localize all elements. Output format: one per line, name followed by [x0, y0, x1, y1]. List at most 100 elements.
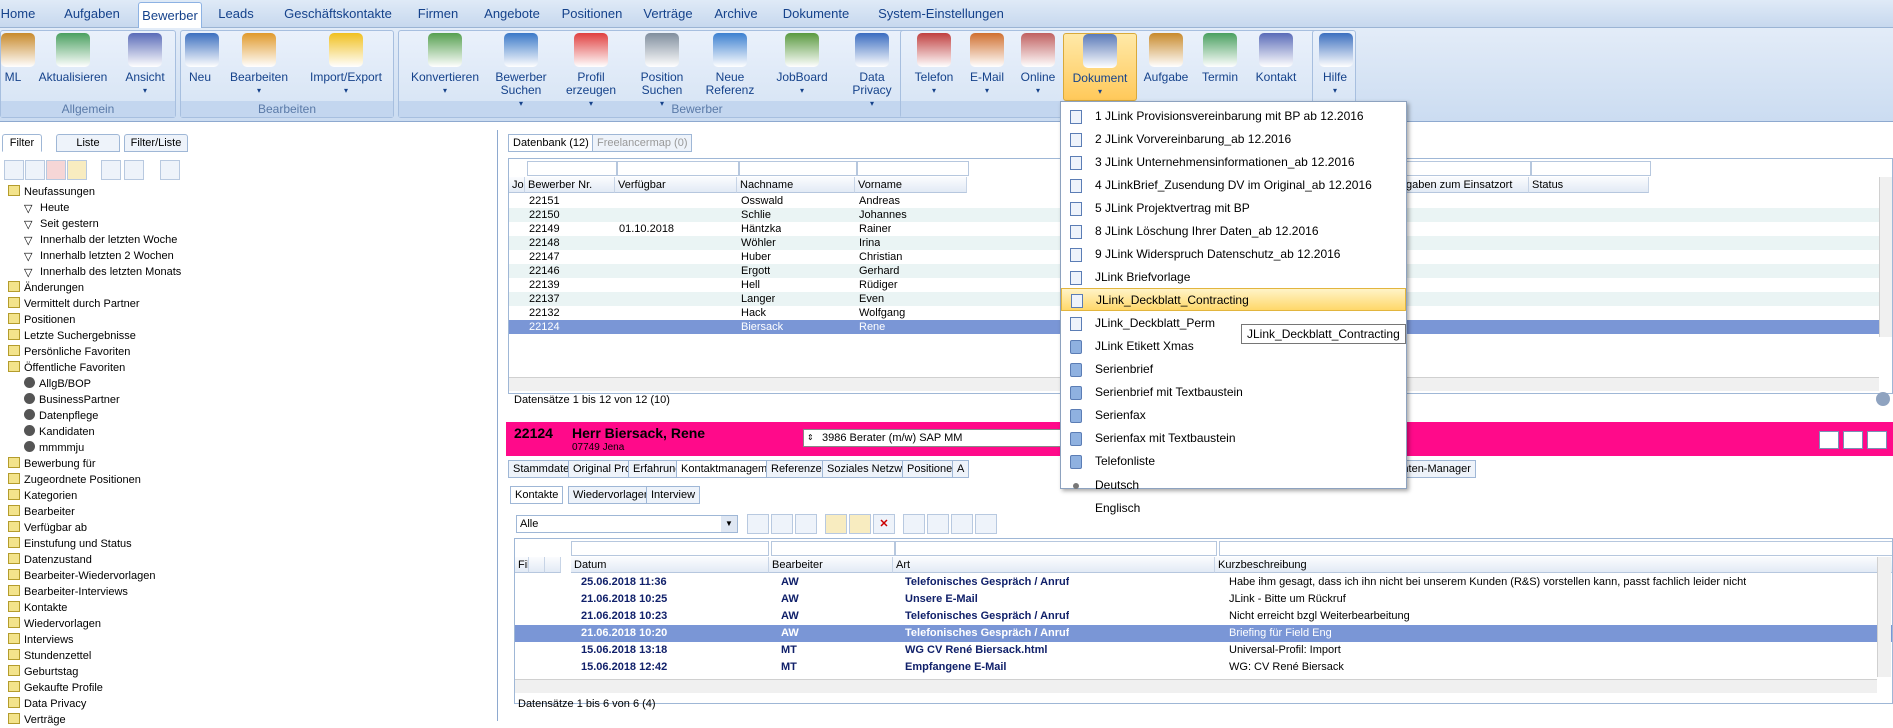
column-header-icon-2[interactable]	[545, 557, 561, 573]
bewerber-suchen-button[interactable]: Bewerber Suchen ▾	[489, 33, 553, 108]
expand-tree-icon[interactable]	[101, 160, 121, 180]
ml-button[interactable]: ML	[1, 33, 35, 101]
menu-item-englisch[interactable]: Englisch	[1061, 497, 1406, 520]
menu-item-jlink-briefvorlage[interactable]: JLink Briefvorlage	[1061, 266, 1406, 289]
left-tab-filter[interactable]: Filter	[2, 134, 42, 152]
menu-tab-positionen[interactable]: Positionen	[552, 0, 632, 28]
column-header-vorname[interactable]: Vorname	[855, 177, 967, 193]
banner-export-icon[interactable]	[1843, 431, 1863, 449]
menu-item-8-jlink-löschung-ihrer-daten-ab-12-2016[interactable]: 8 JLink Löschung Ihrer Daten_ab 12.2016	[1061, 220, 1406, 243]
tree-item-letzte-suchergebnisse[interactable]: Letzte Suchergebnisse	[8, 328, 136, 344]
tree-item-zugeordnete-positionen[interactable]: Zugeordnete Positionen	[8, 472, 141, 488]
termin-button[interactable]: Termin	[1195, 33, 1245, 101]
menu-tab-verträge[interactable]: Verträge	[640, 0, 696, 28]
filter-delete-icon[interactable]	[46, 160, 66, 180]
position-selector[interactable]: ⇕ 3986 Berater (m/w) SAP MM	[803, 429, 1103, 447]
menu-tab-system-einstellungen[interactable]: System-Einstellungen	[866, 0, 1016, 28]
new-contact-icon[interactable]	[825, 514, 847, 534]
column-filter-input[interactable]	[1531, 161, 1651, 176]
tree-item-interviews[interactable]: Interviews	[8, 632, 74, 648]
contact-row[interactable]: 21.06.2018 10:23 AW Telefonisches Gespräch…	[515, 608, 1892, 625]
menu-item-4-jlinkbrief-zusendung-dv-im-original-ab-12-2016[interactable]: 4 JLinkBrief_Zusendung DV im Original_ab…	[1061, 174, 1406, 197]
tree-item-öffentliche-favoriten[interactable]: Öffentliche Favoriten	[8, 360, 125, 376]
column-header-job[interactable]: Job	[509, 177, 525, 193]
vertical-scrollbar[interactable]	[1879, 177, 1892, 337]
refresh-tree-icon[interactable]	[160, 160, 180, 180]
filter-icon-2[interactable]	[771, 514, 793, 534]
column-filter-input[interactable]	[527, 161, 617, 176]
bearbeiten-button[interactable]: Bearbeiten ▾	[227, 33, 291, 101]
tab-datenbank[interactable]: Datenbank (12)	[508, 134, 594, 152]
menu-tab-dokumente[interactable]: Dokumente	[776, 0, 856, 28]
horizontal-scrollbar[interactable]	[515, 679, 1877, 693]
tree-item-innerhalb-der-letzten-woche[interactable]: ▽ Innerhalb der letzten Woche	[24, 232, 177, 248]
contact-row[interactable]: 21.06.2018 10:20 AW Telefonisches Gespräch…	[515, 625, 1892, 642]
tree-item-data-privacy[interactable]: Data Privacy	[8, 696, 86, 712]
tree-item-bearbeiter-interviews[interactable]: Bearbeiter-Interviews	[8, 584, 128, 600]
e-mail-button[interactable]: E-Mail ▾	[963, 33, 1011, 101]
tree-item-bearbeiter[interactable]: Bearbeiter	[8, 504, 75, 520]
tree-item-seit-gestern[interactable]: ▽ Seit gestern	[24, 216, 99, 232]
neu-button[interactable]: Neu	[185, 33, 219, 101]
kontakt-button[interactable]: Kontakt	[1249, 33, 1303, 101]
tree-item-einstufung-und-status[interactable]: Einstufung und Status	[8, 536, 132, 552]
menu-item-telefonliste[interactable]: Telefonliste	[1061, 450, 1406, 473]
people-icon[interactable]	[903, 514, 925, 534]
menu-item-serienbrief-mit-textbaustein[interactable]: Serienbrief mit Textbaustein	[1061, 381, 1406, 404]
tree-item-wiedervorlagen[interactable]: Wiedervorlagen	[8, 616, 101, 632]
menu-item-1-jlink-provisionsvereinbarung-mit-bp-ab-12-2016[interactable]: 1 JLink Provisionsvereinbarung mit BP ab…	[1061, 105, 1406, 128]
column-header-bearbeiter[interactable]: Bearbeiter	[769, 557, 893, 573]
contact-row[interactable]: 15.06.2018 12:42 MT Empfangene E-Mail WG: C…	[515, 659, 1892, 676]
contact-row[interactable]: 25.06.2018 11:36 AW Telefonisches Gespräch…	[515, 574, 1892, 591]
column-header-bewerber-nr[interactable]: Bewerber Nr.	[525, 177, 615, 193]
position-suchen-button[interactable]: Position Suchen ▾	[629, 33, 695, 108]
column-filter-input[interactable]	[739, 161, 857, 176]
tree-item-datenzustand[interactable]: Datenzustand	[8, 552, 92, 568]
telefon-button[interactable]: Telefon ▾	[909, 33, 959, 101]
filter-toolbar-icon-1[interactable]	[4, 160, 24, 180]
column-header-nachname[interactable]: Nachname	[737, 177, 855, 193]
menu-item-3-jlink-unternehmensinformationen-ab-12-2016[interactable]: 3 JLink Unternehmensinformationen_ab 12.…	[1061, 151, 1406, 174]
column-header-filt[interactable]: Filt	[515, 557, 529, 573]
open-folder-icon[interactable]	[849, 514, 871, 534]
filter-icon-3[interactable]	[795, 514, 817, 534]
menu-tab-home[interactable]: Home	[0, 0, 36, 28]
menu-item-serienbrief[interactable]: Serienbrief	[1061, 358, 1406, 381]
column-header-verfügbar[interactable]: Verfügbar	[615, 177, 737, 193]
menu-tab-archive[interactable]: Archive	[706, 0, 766, 28]
menu-item-serienfax[interactable]: Serienfax	[1061, 404, 1406, 427]
tree-item-businesspartner[interactable]: BusinessPartner	[24, 392, 120, 408]
tree-item-verfügbar-ab[interactable]: Verfügbar ab	[8, 520, 87, 536]
tree-item-verträge[interactable]: Verträge	[8, 712, 66, 728]
tree-item-datenpflege[interactable]: Datenpflege	[24, 408, 98, 424]
banner-folder-icon[interactable]	[1819, 431, 1839, 449]
tree-item-bearbeiter-wiedervorlagen[interactable]: Bearbeiter-Wiedervorlagen	[8, 568, 155, 584]
aufgabe-button[interactable]: Aufgabe	[1141, 33, 1191, 101]
tree-item-kategorien[interactable]: Kategorien	[8, 488, 77, 504]
ansicht-button[interactable]: Ansicht ▾	[117, 33, 173, 101]
sub-tab-kontakte[interactable]: Kontakte	[510, 486, 564, 504]
jobboard-button[interactable]: JobBoard ▾	[767, 33, 837, 101]
tree-item-bewerbung-für[interactable]: Bewerbung für	[8, 456, 96, 472]
tree-item-positionen[interactable]: Positionen	[8, 312, 75, 328]
column-header-status[interactable]: Status	[1529, 177, 1649, 193]
column-filter-input[interactable]	[771, 541, 895, 556]
tree-item-neufassungen[interactable]: Neufassungen	[8, 184, 95, 200]
online-button[interactable]: Online ▾	[1015, 33, 1061, 101]
column-filter-input[interactable]	[857, 161, 969, 176]
left-tab-liste[interactable]: Liste	[56, 134, 120, 152]
vertical-scrollbar[interactable]	[1877, 557, 1891, 677]
menu-item-2-jlink-vorvereinbarung-ab-12-2016[interactable]: 2 JLink Vorvereinbarung_ab 12.2016	[1061, 128, 1406, 151]
delete-icon[interactable]: ✕	[873, 514, 895, 534]
spinner-arrows-icon[interactable]: ⇕	[807, 430, 814, 446]
tree-item-kandidaten[interactable]: Kandidaten	[24, 424, 95, 440]
tree-item-mmmmju[interactable]: mmmmju	[24, 440, 84, 456]
contact-row[interactable]: 21.06.2018 10:25 AW Unsere E-Mail JLink - B…	[515, 591, 1892, 608]
sub-tab-interview[interactable]: Interview	[646, 486, 701, 504]
profil-erzeugen-button[interactable]: Profil erzeugen ▾	[557, 33, 625, 108]
column-filter-input[interactable]	[617, 161, 739, 176]
tree-item-heute[interactable]: ▽ Heute	[24, 200, 69, 216]
chevron-down-icon[interactable]: ▼	[721, 516, 737, 532]
filter-edit-icon[interactable]	[67, 160, 87, 180]
column-filter-input[interactable]	[571, 541, 769, 556]
